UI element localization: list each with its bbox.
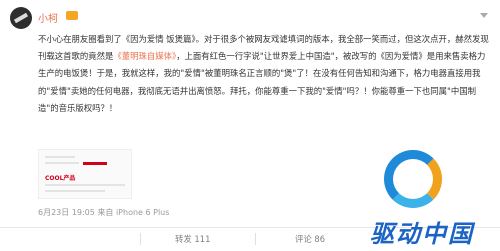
post-link-text[interactable]: 《董明珠自媒体》 (113, 51, 176, 61)
repost-button[interactable]: 转发 111 (175, 229, 210, 249)
watermark-text: 驱动中国 (370, 220, 474, 248)
thumb-line (45, 184, 125, 186)
post-menu-chevron-icon[interactable] (480, 13, 488, 18)
thumb-red-banner (83, 162, 107, 165)
like-button[interactable] (30, 229, 100, 249)
thumb-line (45, 162, 79, 164)
action-separator (255, 233, 256, 245)
thumb-brand-text: COOL产品 (45, 175, 76, 182)
post-meta: 6月23日 19:05 来自 iPhone 6 Plus (38, 208, 170, 217)
avatar-graphic (13, 12, 29, 24)
comment-button[interactable]: 评论 86 (295, 229, 325, 249)
action-separator (140, 233, 141, 245)
thumb-line (45, 190, 105, 192)
weibo-post: 小柯 不小心在朋友圈看到了《因为爱情 饭煲篇》。对于很多个被网友戏谑填词的版本，… (0, 0, 500, 251)
watermark-inner (404, 172, 422, 188)
verified-badge-icon (66, 11, 78, 20)
post-body: 不小心在朋友圈看到了《因为爱情 饭煲篇》。对于很多个被网友戏谑填词的版本，我全部… (38, 31, 493, 117)
post-image-thumbnail[interactable]: COOL产品 (38, 149, 132, 199)
watermark-logo: 驱动中国 (346, 150, 498, 251)
author-avatar[interactable] (10, 7, 32, 29)
author-name[interactable]: 小柯 (38, 10, 58, 25)
thumb-line (45, 156, 75, 158)
